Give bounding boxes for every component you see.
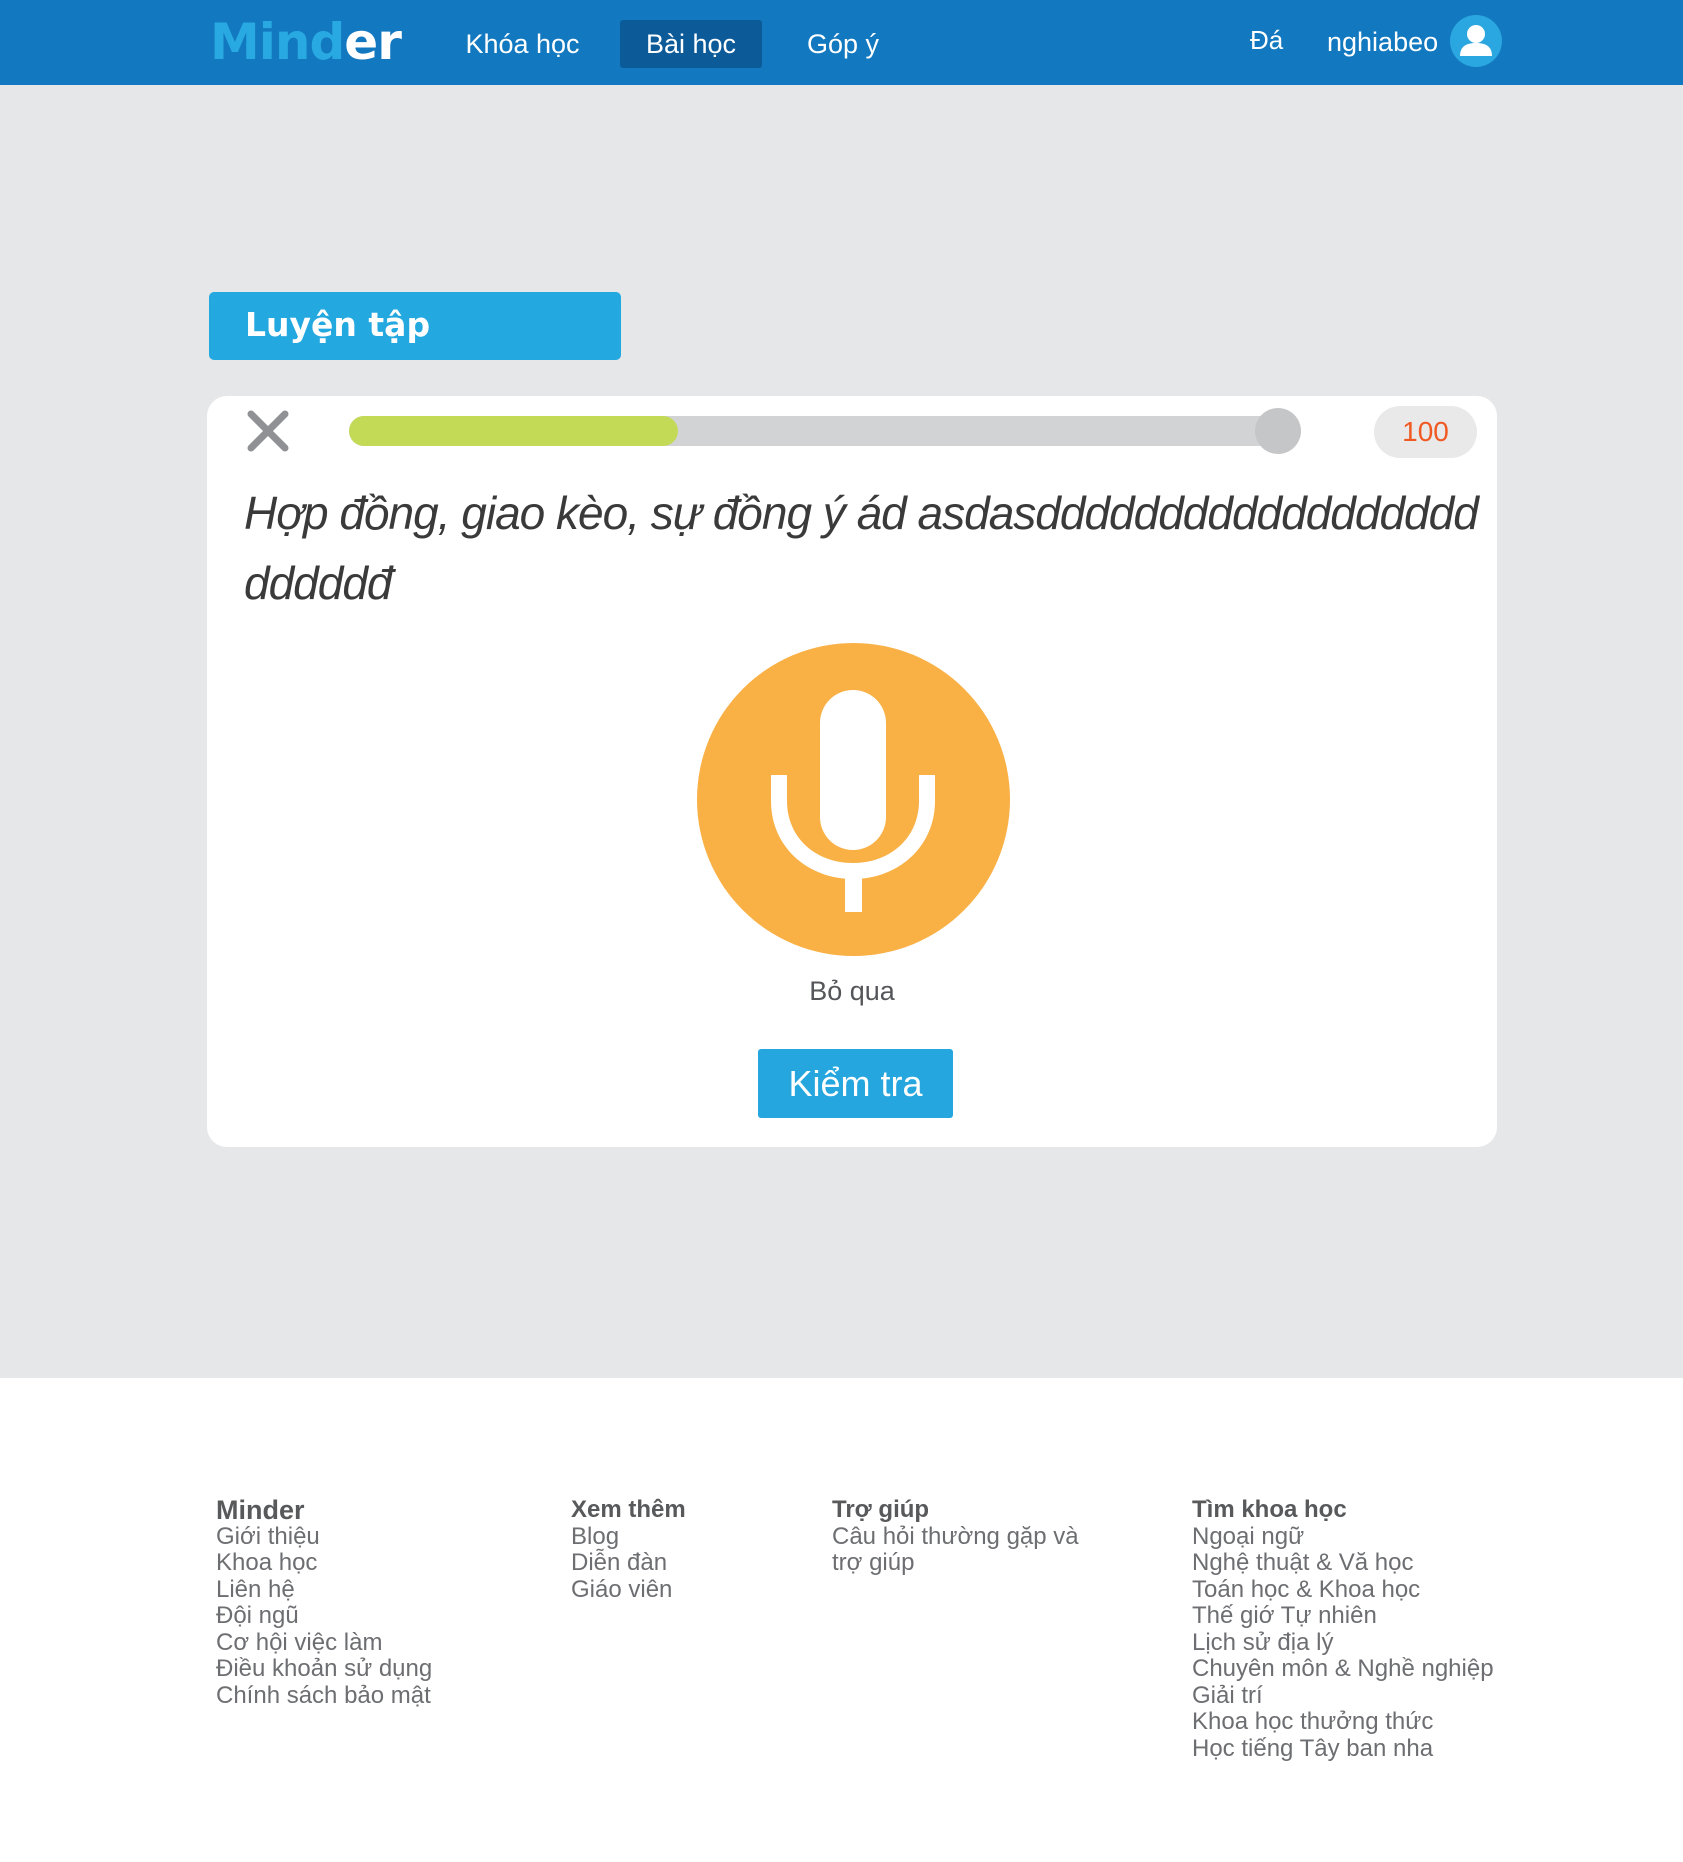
check-button[interactable]: Kiểm tra: [758, 1049, 953, 1118]
footer-column-minder: Minder Giới thiệu Khoa học Liên hệ Đội n…: [216, 1497, 432, 1709]
footer-link[interactable]: Học tiếng Tây ban nha: [1192, 1735, 1494, 1763]
user-icon[interactable]: [1450, 15, 1502, 67]
nav-bai-hoc[interactable]: Bài học: [620, 20, 762, 68]
footer-link[interactable]: Blog: [571, 1523, 686, 1551]
footer-link[interactable]: Chuyên môn & Nghề nghiệp: [1192, 1655, 1494, 1683]
footer-link[interactable]: Chính sách bảo mật: [216, 1682, 432, 1710]
question-text: Hợp đồng, giao kèo, sự đồng ý ád asdasdd…: [244, 487, 1479, 609]
footer-heading: Trợ giúp: [832, 1496, 930, 1523]
progress-fill: [349, 416, 678, 446]
microphone-icon[interactable]: [697, 643, 1010, 956]
progress-bar: [349, 408, 1301, 454]
page-title: Luyện tập: [245, 305, 431, 344]
progress-knob: [1255, 408, 1301, 454]
footer-link[interactable]: Giáo viên: [571, 1576, 686, 1604]
footer-heading: Minder: [216, 1495, 305, 1525]
footer-link[interactable]: Ngoại ngữ: [1192, 1523, 1494, 1551]
main-content-area: Luyện tập 100 Hợp đồng, giao kèo, sự đồn…: [0, 85, 1683, 1378]
footer-link[interactable]: Giải trí: [1192, 1682, 1494, 1710]
practice-title-box: Luyện tập: [209, 292, 621, 360]
footer-link[interactable]: Toán học & Khoa học: [1192, 1576, 1494, 1604]
close-icon[interactable]: [243, 406, 293, 456]
footer-link[interactable]: Câu hỏi thường gặp và trợ giúp: [832, 1523, 1092, 1577]
nav-gop-y[interactable]: Góp ý: [788, 20, 898, 68]
footer-heading: Xem thêm: [571, 1496, 686, 1523]
logo-part-2: er: [344, 13, 402, 71]
footer-link[interactable]: Khoa học: [216, 1549, 432, 1577]
username-label[interactable]: nghiabeo: [1327, 22, 1438, 62]
footer-link[interactable]: Đội ngũ: [216, 1602, 432, 1630]
footer-heading: Tìm khoa học: [1192, 1496, 1347, 1523]
minder-logo[interactable]: Minder: [210, 12, 402, 72]
footer-link[interactable]: Cơ hội việc làm: [216, 1629, 432, 1657]
nav-khoa-hoc[interactable]: Khóa học: [455, 20, 590, 68]
header-link-da[interactable]: Đá: [1250, 20, 1283, 60]
footer-link[interactable]: Điều khoản sử dụng: [216, 1655, 432, 1683]
footer-link[interactable]: Diễn đàn: [571, 1549, 686, 1577]
top-navigation-bar: Minder Khóa học Bài học Góp ý Đá nghiabe…: [0, 0, 1683, 85]
footer-link[interactable]: Khoa học thưởng thức: [1192, 1708, 1494, 1736]
footer-column-tim-khoa-hoc: Tìm khoa học Ngoại ngữ Nghệ thuật & Vă h…: [1192, 1496, 1494, 1763]
footer-column-xem-them: Xem thêm Blog Diễn đàn Giáo viên: [571, 1496, 686, 1604]
footer-link[interactable]: Giới thiệu: [216, 1523, 432, 1551]
footer-column-tro-giup: Trợ giúp Câu hỏi thường gặp và trợ giúp: [832, 1496, 1092, 1577]
footer-link[interactable]: Liên hệ: [216, 1576, 432, 1604]
footer-link[interactable]: Nghệ thuật & Vă học: [1192, 1549, 1494, 1577]
footer-link[interactable]: Lịch sử địa lý: [1192, 1629, 1494, 1657]
footer-link[interactable]: Thế giớ Tự nhiên: [1192, 1602, 1494, 1630]
logo-part-1: Mind: [210, 13, 345, 71]
skip-link[interactable]: Bỏ qua: [207, 971, 1497, 1011]
footer: Minder Giới thiệu Khoa học Liên hệ Đội n…: [0, 1378, 1683, 1862]
score-badge: 100: [1374, 406, 1477, 458]
exercise-card: 100 Hợp đồng, giao kèo, sự đồng ý ád asd…: [207, 396, 1497, 1147]
